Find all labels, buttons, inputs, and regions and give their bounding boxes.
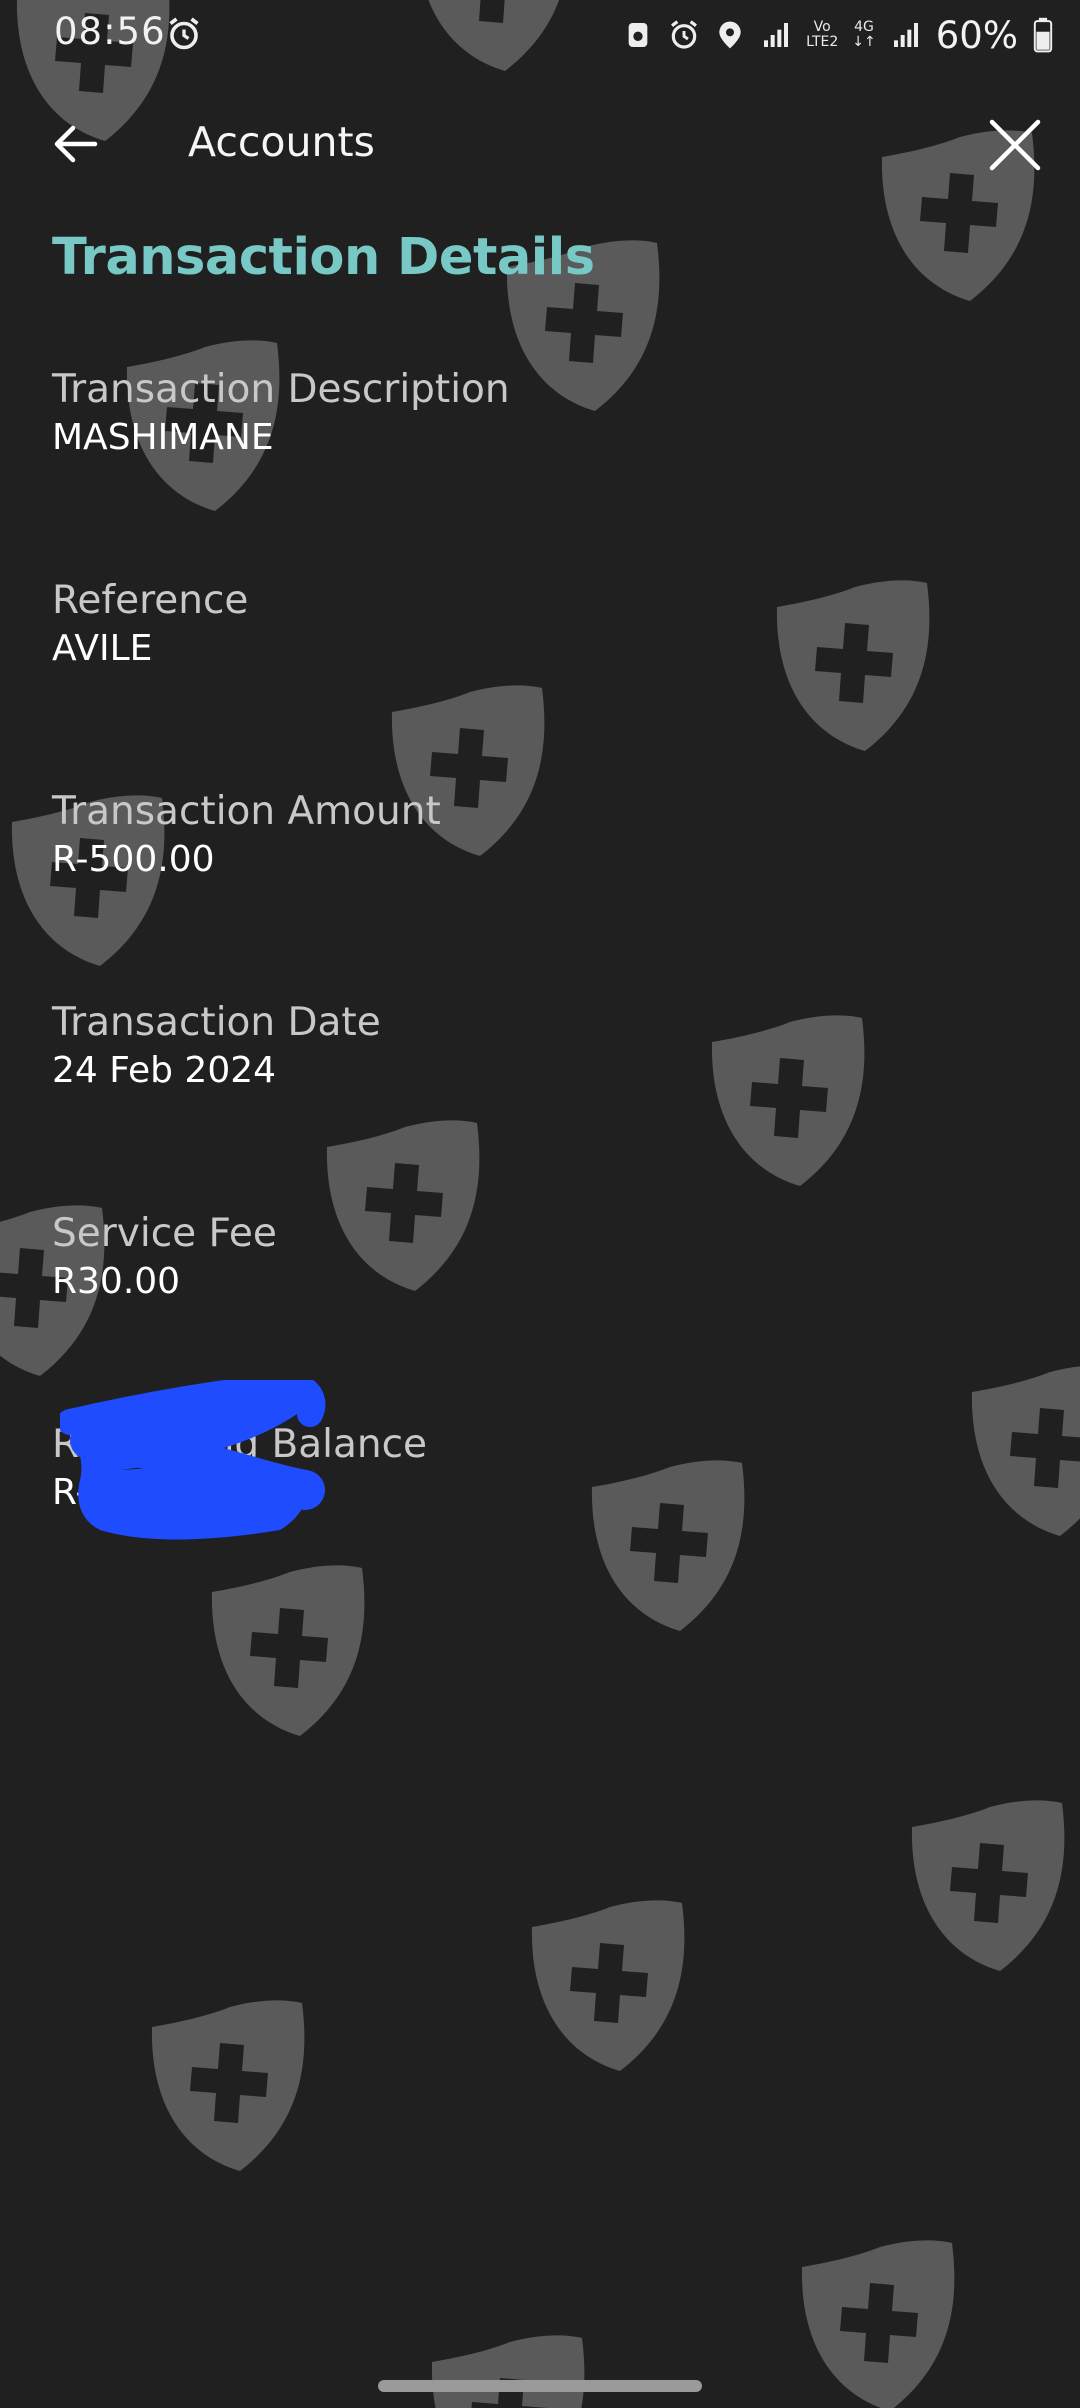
field-label: Service Fee bbox=[52, 1211, 277, 1256]
signal-icon bbox=[764, 23, 789, 47]
field-label: Reference bbox=[52, 578, 249, 623]
battery-percentage: 60% bbox=[935, 13, 1018, 57]
signal-icon bbox=[893, 23, 918, 47]
field-value: R30.00 bbox=[52, 1261, 181, 1302]
status-bar: 08:56 Vo LTE2 4G ↓↑ 60% bbox=[0, 0, 1080, 70]
close-icon bbox=[989, 119, 1041, 171]
alarm-icon bbox=[671, 20, 698, 49]
battery-icon bbox=[1033, 17, 1053, 53]
screen-recorder-icon bbox=[628, 23, 648, 47]
redaction-scribble bbox=[60, 1380, 326, 1540]
field-transaction-date: Transaction Date 24 Feb 2024 bbox=[52, 999, 952, 1094]
network-type-indicator: 4G ↓↑ bbox=[852, 19, 876, 50]
field-value: R-500.00 bbox=[52, 839, 215, 880]
field-value: AVILE bbox=[52, 628, 153, 669]
back-button[interactable] bbox=[40, 114, 110, 174]
section-title: Transaction Details bbox=[52, 228, 595, 287]
field-value: 24 Feb 2024 bbox=[52, 1050, 277, 1091]
app-bar: Accounts bbox=[0, 100, 1080, 190]
home-indicator[interactable] bbox=[378, 2380, 702, 2392]
field-reference: Reference AVILE bbox=[52, 577, 952, 672]
field-transaction-description: Transaction Description MASHIMANE bbox=[52, 366, 952, 461]
app-title: Accounts bbox=[188, 118, 375, 166]
field-label: Transaction Amount bbox=[52, 789, 441, 834]
field-transaction-amount: Transaction Amount R-500.00 bbox=[52, 788, 952, 883]
status-time: 08:56 bbox=[54, 10, 166, 53]
field-label: Transaction Description bbox=[52, 367, 510, 412]
status-icons: Vo LTE2 4G ↓↑ 60% bbox=[622, 12, 1054, 58]
arrow-left-icon bbox=[54, 125, 98, 163]
close-button[interactable] bbox=[980, 110, 1050, 180]
volte-indicator: Vo LTE2 bbox=[806, 19, 839, 50]
alarm-icon bbox=[169, 17, 199, 50]
field-value: MASHIMANE bbox=[52, 417, 274, 458]
location-icon bbox=[719, 21, 741, 49]
field-label: Transaction Date bbox=[52, 1000, 381, 1045]
field-service-fee: Service Fee R30.00 bbox=[52, 1210, 952, 1305]
